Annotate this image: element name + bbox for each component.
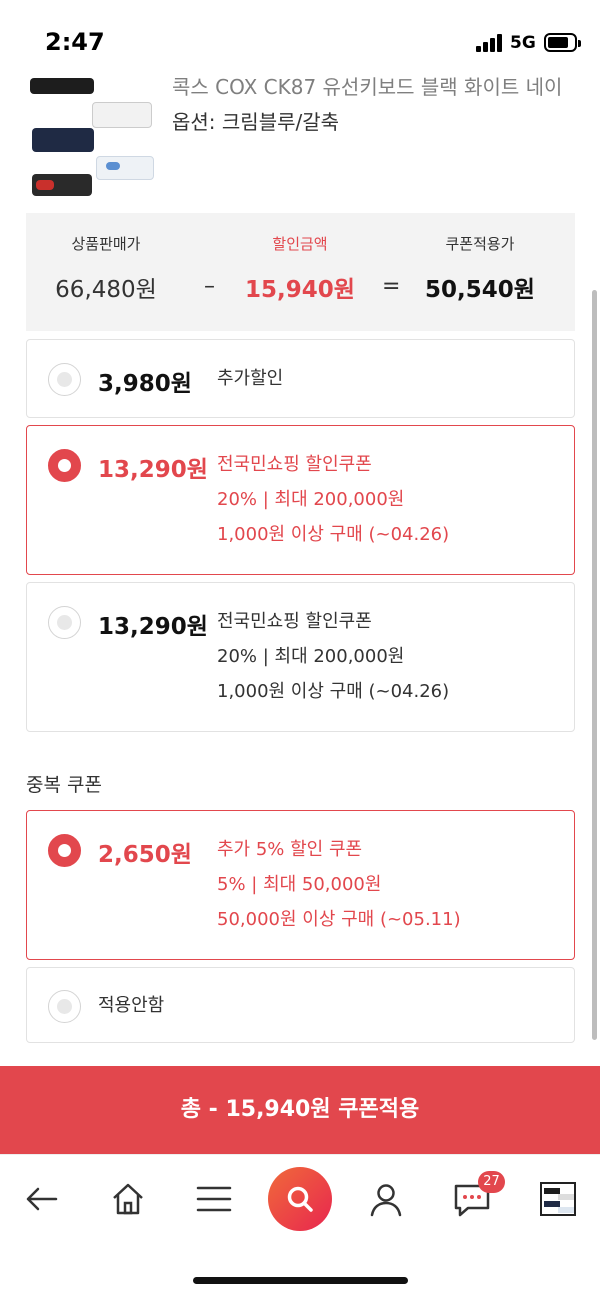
radio-button[interactable] xyxy=(48,990,81,1023)
product-name: 콕스 COX CK87 유선키보드 블랙 화이트 네이 xyxy=(172,75,563,99)
coupon-option-national-2[interactable]: 13,290원 전국민쇼핑 할인쿠폰 20% | 최대 200,000원 1,0… xyxy=(26,582,575,732)
home-indicator xyxy=(193,1277,408,1284)
discount-label: 할인금액 xyxy=(272,235,328,253)
coupon-name: 전국민쇼핑 할인쿠폰 xyxy=(217,611,372,632)
status-time: 2:47 xyxy=(45,28,105,56)
scrollbar[interactable] xyxy=(592,290,597,1040)
radio-button[interactable] xyxy=(48,449,81,482)
minus-sign: – xyxy=(204,274,215,299)
coupon-condition: 1,000원 이상 구매 (~04.26) xyxy=(217,681,450,702)
final-price-label: 쿠폰적용가 xyxy=(445,235,515,253)
duplicate-coupon-option[interactable]: 2,650원 추가 5% 할인 쿠폰 5% | 최대 50,000원 50,00… xyxy=(26,810,575,960)
coupon-amount: 13,290원 xyxy=(98,614,208,640)
sale-price-column: 상품판매가 66,480원 xyxy=(26,233,186,304)
no-duplicate-option[interactable]: 적용안함 xyxy=(26,967,575,1043)
product-info: 콕스 COX CK87 유선키보드 블랙 화이트 네이 옵션: 크림블루/갈축 xyxy=(0,62,600,202)
recent-product-icon[interactable] xyxy=(540,1182,576,1216)
recent-product-thumbnail[interactable] xyxy=(526,1167,590,1231)
discount-value: 15,940원 xyxy=(245,277,355,303)
menu-icon[interactable] xyxy=(182,1167,246,1231)
coupon-amount: 3,980원 xyxy=(98,371,192,397)
search-icon[interactable] xyxy=(268,1167,332,1231)
sale-price-value: 66,480원 xyxy=(55,277,157,303)
coupon-amount: 13,290원 xyxy=(98,457,208,483)
profile-icon[interactable] xyxy=(354,1167,418,1231)
radio-button[interactable] xyxy=(48,363,81,396)
sale-price-label: 상품판매가 xyxy=(71,235,141,253)
product-option: 옵션: 크림블루/갈축 xyxy=(172,110,340,134)
price-summary: 상품판매가 66,480원 – 할인금액 15,940원 = 쿠폰적용가 50,… xyxy=(26,213,575,331)
apply-coupon-button[interactable]: 총 - 15,940원 쿠폰적용 xyxy=(0,1066,600,1154)
final-price-value: 50,540원 xyxy=(425,277,535,303)
coupon-name: 추가할인 xyxy=(217,368,284,389)
coupon-option-extra[interactable]: 3,980원 추가할인 xyxy=(26,339,575,418)
coupon-option-national[interactable]: 13,290원 전국민쇼핑 할인쿠폰 20% | 최대 200,000원 1,0… xyxy=(26,425,575,575)
product-image xyxy=(26,68,158,196)
final-price-column: 쿠폰적용가 50,540원 xyxy=(400,233,560,304)
equals-sign: = xyxy=(382,274,401,299)
network-label: 5G xyxy=(510,33,536,53)
duplicate-coupon-title: 중복 쿠폰 xyxy=(26,774,102,796)
chat-badge: 27 xyxy=(478,1171,505,1193)
coupon-name: 추가 5% 할인 쿠폰 xyxy=(217,839,363,860)
coupon-detail: 5% | 최대 50,000원 xyxy=(217,874,382,895)
signal-icon xyxy=(476,34,504,52)
coupon-detail: 20% | 최대 200,000원 xyxy=(217,646,405,667)
no-apply-label: 적용안함 xyxy=(98,995,165,1016)
coupon-name: 전국민쇼핑 할인쿠폰 xyxy=(217,454,372,475)
battery-icon xyxy=(544,33,581,52)
coupon-detail: 20% | 최대 200,000원 xyxy=(217,489,405,510)
radio-button[interactable] xyxy=(48,834,81,867)
search-button[interactable] xyxy=(268,1167,332,1231)
coupon-condition: 1,000원 이상 구매 (~04.26) xyxy=(217,524,450,545)
discount-column: 할인금액 15,940원 xyxy=(220,233,380,304)
radio-button[interactable] xyxy=(48,606,81,639)
home-icon[interactable] xyxy=(96,1167,160,1231)
back-icon[interactable] xyxy=(10,1167,74,1231)
coupon-amount: 2,650원 xyxy=(98,842,192,868)
coupon-condition: 50,000원 이상 구매 (~05.11) xyxy=(217,909,461,930)
